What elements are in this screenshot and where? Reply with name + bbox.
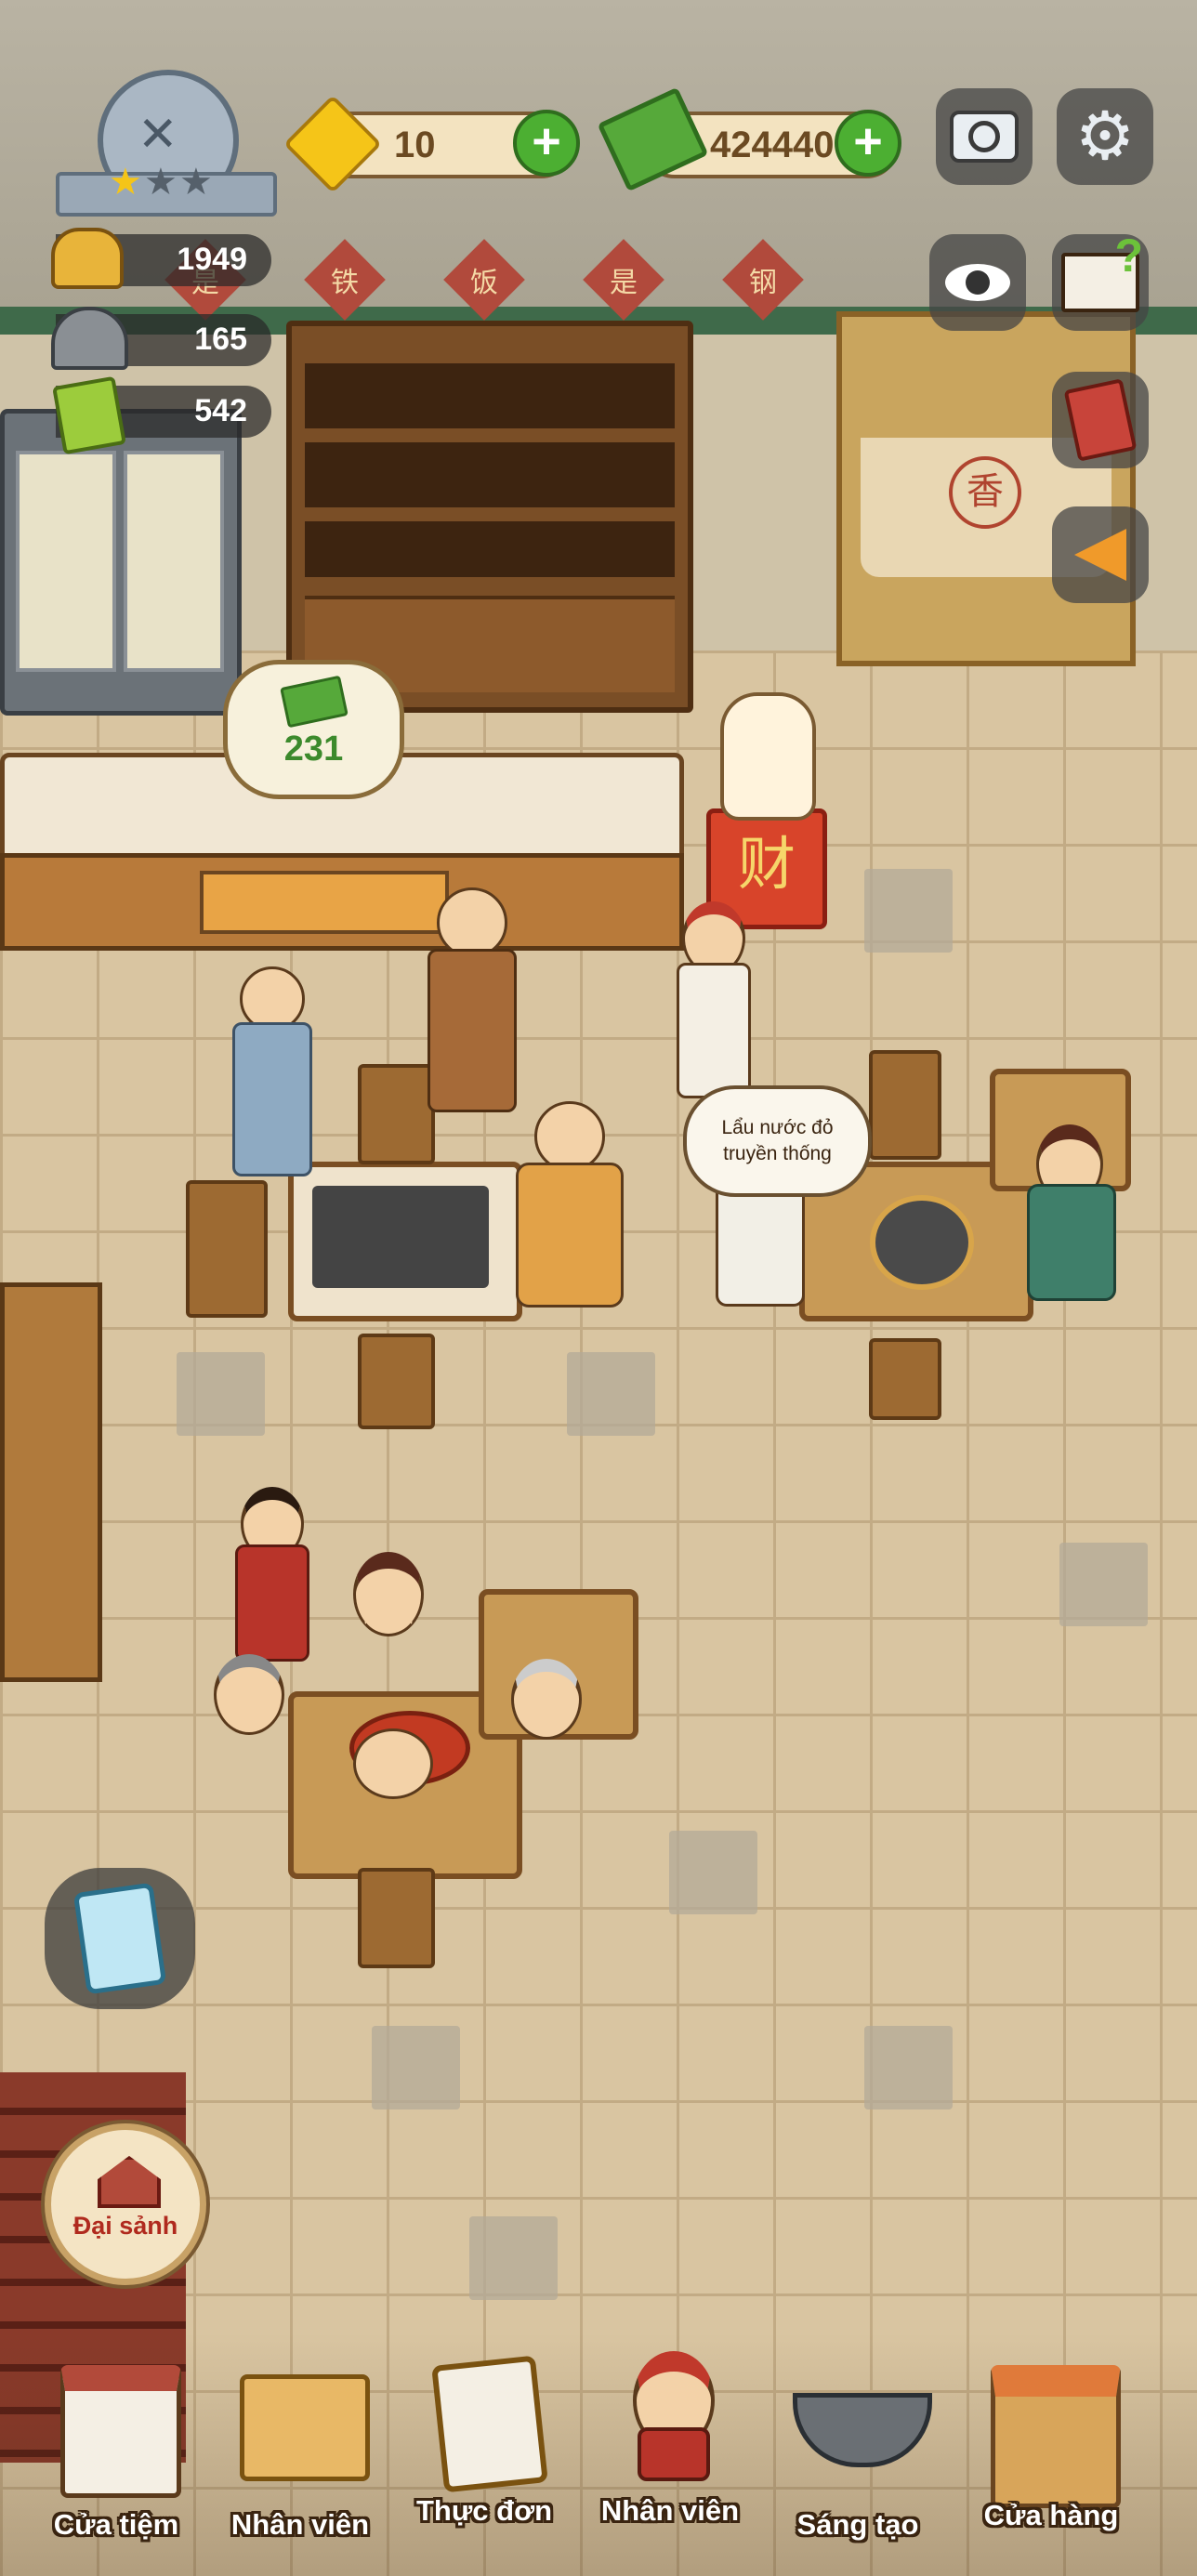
tip-amount: 231 bbox=[283, 729, 344, 769]
waitress-npc[interactable] bbox=[669, 901, 753, 1106]
chair[interactable] bbox=[358, 1334, 435, 1429]
add-gems-button[interactable]: + bbox=[513, 110, 580, 177]
gear-icon: ⚙ bbox=[1074, 99, 1136, 174]
nav-menu[interactable]: Thực đơn bbox=[414, 2342, 554, 2528]
lady-customer[interactable] bbox=[1018, 1124, 1120, 1310]
nav-label: Cửa tiệm bbox=[53, 2508, 179, 2541]
megaphone-icon bbox=[1074, 529, 1126, 581]
lucky-cat[interactable] bbox=[720, 692, 816, 821]
bald-customer[interactable] bbox=[223, 966, 316, 1180]
hotpot-icon bbox=[51, 228, 124, 289]
nav-label: Sáng tạo bbox=[796, 2508, 919, 2541]
wok-icon bbox=[793, 2393, 932, 2467]
diner-group[interactable] bbox=[200, 1552, 590, 1868]
cash-value: 424440 bbox=[710, 125, 835, 165]
muscle-customer[interactable] bbox=[506, 1101, 627, 1315]
house-icon bbox=[98, 2156, 161, 2208]
floor-crack bbox=[864, 869, 953, 953]
nav-create[interactable]: Sáng tạo bbox=[788, 2356, 932, 2542]
stat-value: 1949 bbox=[177, 242, 247, 277]
star-empty-icon: ★ bbox=[179, 162, 213, 203]
counter-front bbox=[0, 853, 684, 951]
stat-value: 165 bbox=[194, 322, 247, 357]
star-filled-icon: ★ bbox=[109, 162, 142, 203]
chair[interactable] bbox=[869, 1050, 941, 1160]
chair[interactable] bbox=[358, 1868, 435, 1968]
floor-crack bbox=[372, 2026, 460, 2109]
fortune-sign: 财 bbox=[737, 830, 796, 898]
settings-button[interactable]: ⚙ bbox=[1057, 88, 1153, 185]
floor-crack bbox=[864, 2026, 953, 2109]
nav-staff[interactable]: Nhân viên bbox=[230, 2356, 370, 2542]
gem-value: 10 bbox=[394, 125, 436, 165]
hall-label: Đại sảnh bbox=[72, 2212, 178, 2240]
floor-crack bbox=[669, 1831, 757, 1914]
star-empty-icon: ★ bbox=[144, 162, 178, 203]
visibility-button[interactable] bbox=[929, 234, 1026, 331]
rank-badge[interactable]: ★ ★ ★ ✕ bbox=[56, 70, 277, 218]
camera-button[interactable] bbox=[936, 88, 1033, 185]
boxes-icon bbox=[240, 2374, 370, 2481]
nav-waitress[interactable]: Nhân viên bbox=[600, 2342, 740, 2528]
nav-shop[interactable]: Cửa tiệm bbox=[46, 2356, 186, 2542]
nav-label: Nhân viên bbox=[230, 2508, 370, 2541]
stat-value: 542 bbox=[194, 393, 247, 428]
banner-char: 是 bbox=[583, 239, 664, 321]
journal-icon bbox=[1063, 378, 1138, 462]
eye-icon bbox=[945, 264, 1010, 301]
banner-char: 饭 bbox=[443, 239, 525, 321]
shop-house-icon bbox=[60, 2365, 181, 2498]
recipe-book-icon bbox=[52, 375, 126, 455]
door-sign: 香 bbox=[949, 456, 1021, 529]
nav-label: Cửa hàng bbox=[983, 2499, 1119, 2531]
banner-char: 钢 bbox=[722, 239, 804, 321]
floor-crack bbox=[177, 1352, 265, 1436]
cutlery-icon: ✕ bbox=[138, 108, 178, 162]
market-stall-icon bbox=[991, 2365, 1121, 2508]
nav-label: Nhân viên bbox=[600, 2494, 740, 2527]
order-text: Lẩu nước đỏ truyền thống bbox=[721, 1117, 834, 1164]
dining-table-1[interactable] bbox=[288, 1162, 522, 1321]
clipboard-icon bbox=[72, 1882, 167, 1995]
floor-crack bbox=[469, 2216, 558, 2300]
tip-bubble[interactable]: 231 bbox=[223, 660, 404, 799]
cash-icon bbox=[280, 675, 349, 729]
banner-char: 铁 bbox=[304, 239, 386, 321]
order-speech-bubble: Lẩu nước đỏ truyền thống bbox=[683, 1085, 872, 1197]
nav-label: Thực đơn bbox=[415, 2494, 553, 2527]
chair[interactable] bbox=[869, 1338, 941, 1420]
drink-shelf[interactable] bbox=[286, 321, 693, 713]
kitchen-doorway[interactable]: 香 bbox=[836, 311, 1136, 666]
journal-button[interactable] bbox=[1052, 372, 1149, 468]
nav-store[interactable]: Cửa hàng bbox=[981, 2346, 1121, 2532]
condiment-counter[interactable] bbox=[0, 1282, 102, 1682]
guide-button[interactable]: ? bbox=[1052, 230, 1149, 331]
help-book-icon: ? bbox=[1061, 230, 1143, 312]
floor-crack bbox=[1059, 1543, 1148, 1626]
menu-clipboard-icon bbox=[431, 2355, 548, 2493]
serving-dish-icon bbox=[51, 307, 128, 370]
camera-icon bbox=[950, 111, 1019, 163]
hall-button[interactable]: Đại sảnh bbox=[45, 2123, 206, 2285]
chair[interactable] bbox=[186, 1180, 268, 1318]
manager-npc[interactable] bbox=[418, 887, 520, 1120]
floor-crack bbox=[567, 1352, 655, 1436]
add-cash-button[interactable]: + bbox=[835, 110, 901, 177]
announcement-button[interactable] bbox=[1052, 506, 1149, 603]
task-list-button[interactable] bbox=[45, 1868, 195, 2009]
drinks-fridge[interactable] bbox=[0, 409, 242, 716]
